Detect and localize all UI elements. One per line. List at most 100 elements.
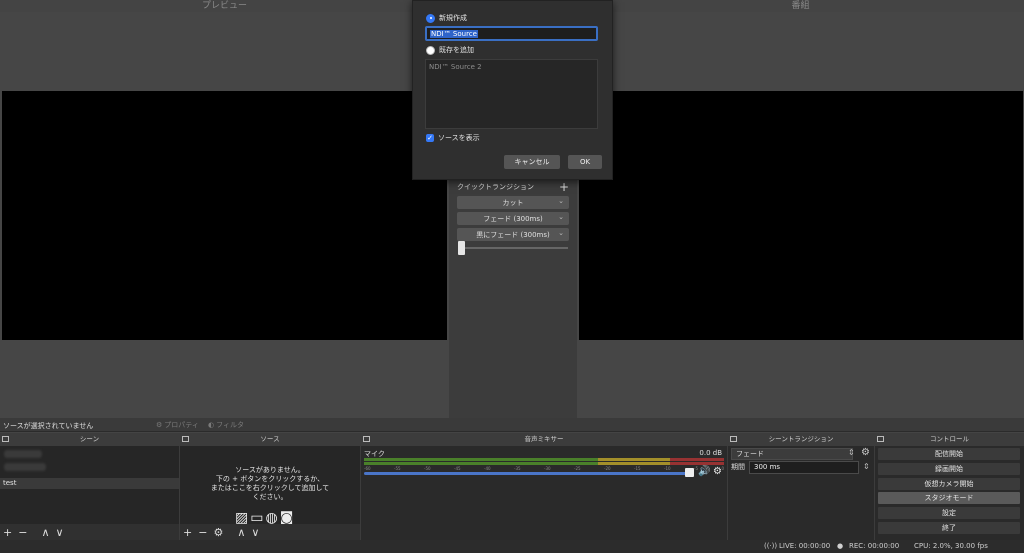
scenes-dock: シーン test + − ∧ ∨ <box>0 433 180 540</box>
list-item[interactable]: test <box>0 478 179 489</box>
undock-icon[interactable] <box>730 436 737 442</box>
sources-dock: ソース ソースがありません。 下の + ボタンをクリックするか、 またはここを右… <box>180 433 361 540</box>
plus-icon[interactable]: + <box>3 527 12 538</box>
chevron-down-icon: ⌄ <box>558 229 564 237</box>
sources-title-text: ソース <box>260 435 280 443</box>
scene-transitions-title-text: シーントランジション <box>768 435 834 443</box>
controls-title-text: コントロール <box>930 435 969 443</box>
gear-icon[interactable]: ⚙ <box>213 527 223 538</box>
checkmark-icon[interactable]: ✓ <box>426 134 434 142</box>
scene-transitions-dock: シーントランジション フェード ⇕ ⚙ 期間 300 ms ⇕ <box>728 433 875 540</box>
scenes-list[interactable]: test <box>0 446 179 524</box>
create-new-option[interactable]: 新規作成 <box>426 13 467 23</box>
add-existing-label: 既存を追加 <box>439 46 474 54</box>
gear-icon[interactable]: ⚙ <box>713 466 722 477</box>
chevron-down-icon[interactable]: ∨ <box>251 527 259 538</box>
plus-icon[interactable]: + <box>559 181 569 193</box>
chevron-up-icon[interactable]: ∧ <box>237 527 245 538</box>
chevron-down-icon[interactable]: ∨ <box>56 527 64 538</box>
minus-icon[interactable]: − <box>198 527 207 538</box>
tick-label: -35 <box>514 466 521 471</box>
blurred-scene <box>4 463 46 471</box>
chevron-down-icon: ⌄ <box>558 213 564 221</box>
make-visible-option[interactable]: ✓ ソースを表示 <box>426 133 480 143</box>
source-name-value: NDI™ Source <box>430 29 478 38</box>
mixer-body: マイク 0.0 dB -60 -55 -50 -45 -40 -35 -30 -… <box>361 446 727 540</box>
list-item[interactable]: NDI™ Source 2 <box>429 63 594 71</box>
tick-label: -15 <box>634 466 641 471</box>
tick-label: -20 <box>604 466 611 471</box>
minus-icon[interactable]: − <box>18 527 27 538</box>
transition-cut-button[interactable]: カット ⌄ <box>457 196 569 209</box>
undock-icon[interactable] <box>363 436 370 442</box>
no-source-selected-text: ソースが選択されていません <box>3 422 94 430</box>
radio-unselected-icon[interactable] <box>426 45 435 55</box>
filters-label: フィルタ <box>216 421 244 429</box>
mixer-level: 0.0 dB <box>699 449 722 457</box>
tbar-track[interactable] <box>460 247 568 249</box>
empty-line: 下の + ボタンをクリックするか、 <box>215 475 325 483</box>
tbar-handle[interactable] <box>458 241 465 255</box>
transition-select[interactable]: フェード <box>731 448 853 460</box>
source-name-input[interactable]: NDI™ Source <box>425 26 598 41</box>
speaker-icon[interactable]: 🔊 <box>698 466 710 477</box>
undock-icon[interactable] <box>2 436 9 442</box>
properties-label: プロパティ <box>164 421 199 429</box>
exit-button[interactable]: 終了 <box>878 522 1020 534</box>
sources-empty-message: ソースがありません。 下の + ボタンをクリックするか、 またはここを右クリック… <box>180 466 360 502</box>
filters-button[interactable]: ◐ フィルタ <box>208 420 244 430</box>
scene-transitions-title: シーントランジション <box>728 433 874 446</box>
live-status: LIVE: 00:00:00 <box>779 542 831 550</box>
duration-stepper-icon[interactable]: ⇕ <box>863 462 870 471</box>
scene-transitions-body: フェード ⇕ ⚙ 期間 300 ms ⇕ <box>728 446 874 540</box>
cancel-button[interactable]: キャンセル <box>504 155 560 169</box>
tick-label: -25 <box>574 466 581 471</box>
tick-label: -60 <box>364 466 371 471</box>
start-virtual-camera-button[interactable]: 仮想カメラ開始 <box>878 478 1020 490</box>
radio-selected-icon[interactable] <box>426 13 435 23</box>
start-streaming-button[interactable]: 配信開始 <box>878 448 1020 460</box>
undock-icon[interactable] <box>877 436 884 442</box>
transition-fade-black-button[interactable]: 黒にフェード (300ms) ⌄ <box>457 228 569 241</box>
gear-icon[interactable]: ⚙ <box>861 447 870 458</box>
chevron-up-icon[interactable]: ∧ <box>41 527 49 538</box>
stepper-icon[interactable]: ⇕ <box>848 448 855 457</box>
volume-slider[interactable] <box>364 472 694 475</box>
mixer-title: 音声ミキサー <box>361 433 727 446</box>
duration-label: 期間 <box>731 463 745 471</box>
transition-fade-black-label: 黒にフェード (300ms) <box>476 230 550 239</box>
tick-label: -10 <box>664 466 671 471</box>
audio-mixer-dock: 音声ミキサー マイク 0.0 dB -60 -55 -50 -45 -40 -3… <box>361 433 728 540</box>
add-existing-option[interactable]: 既存を追加 <box>426 45 474 55</box>
preview-canvas[interactable] <box>2 91 447 340</box>
empty-line: ソースがありません。 <box>235 466 305 474</box>
transition-fade-button[interactable]: フェード (300ms) ⌄ <box>457 212 569 225</box>
transition-cut-label: カット <box>502 198 524 207</box>
chevron-down-icon: ⌄ <box>558 197 564 205</box>
filter-icon: ◐ <box>208 421 215 429</box>
duration-input[interactable]: 300 ms <box>749 461 859 474</box>
properties-button[interactable]: ⚙ プロパティ <box>156 420 199 430</box>
make-visible-label: ソースを表示 <box>438 134 480 142</box>
existing-sources-list[interactable]: NDI™ Source 2 <box>425 59 598 129</box>
scenes-title-text: シーン <box>79 435 100 443</box>
mixer-title-text: 音声ミキサー <box>524 435 564 443</box>
scenes-title: シーン <box>0 433 179 446</box>
undock-icon[interactable] <box>182 436 189 442</box>
volume-slider-handle[interactable] <box>685 468 694 477</box>
plus-icon[interactable]: + <box>183 527 192 538</box>
settings-button[interactable]: 設定 <box>878 507 1020 519</box>
tick-label: -45 <box>454 466 461 471</box>
rec-status: REC: 00:00:00 <box>849 542 900 550</box>
tick-label: -50 <box>424 466 431 471</box>
create-new-label: 新規作成 <box>439 14 467 22</box>
start-recording-button[interactable]: 録画開始 <box>878 463 1020 475</box>
ok-button[interactable]: OK <box>568 155 602 169</box>
program-canvas[interactable] <box>579 91 1023 340</box>
studio-mode-button[interactable]: スタジオモード <box>878 492 1020 504</box>
rec-icon: ● <box>837 542 844 550</box>
level-meter <box>364 458 724 461</box>
sources-list[interactable]: ソースがありません。 下の + ボタンをクリックするか、 またはここを右クリック… <box>180 446 360 526</box>
quick-transitions-label: クイックトランジション <box>457 183 534 191</box>
quick-transitions-header: クイックトランジション + <box>457 181 569 193</box>
